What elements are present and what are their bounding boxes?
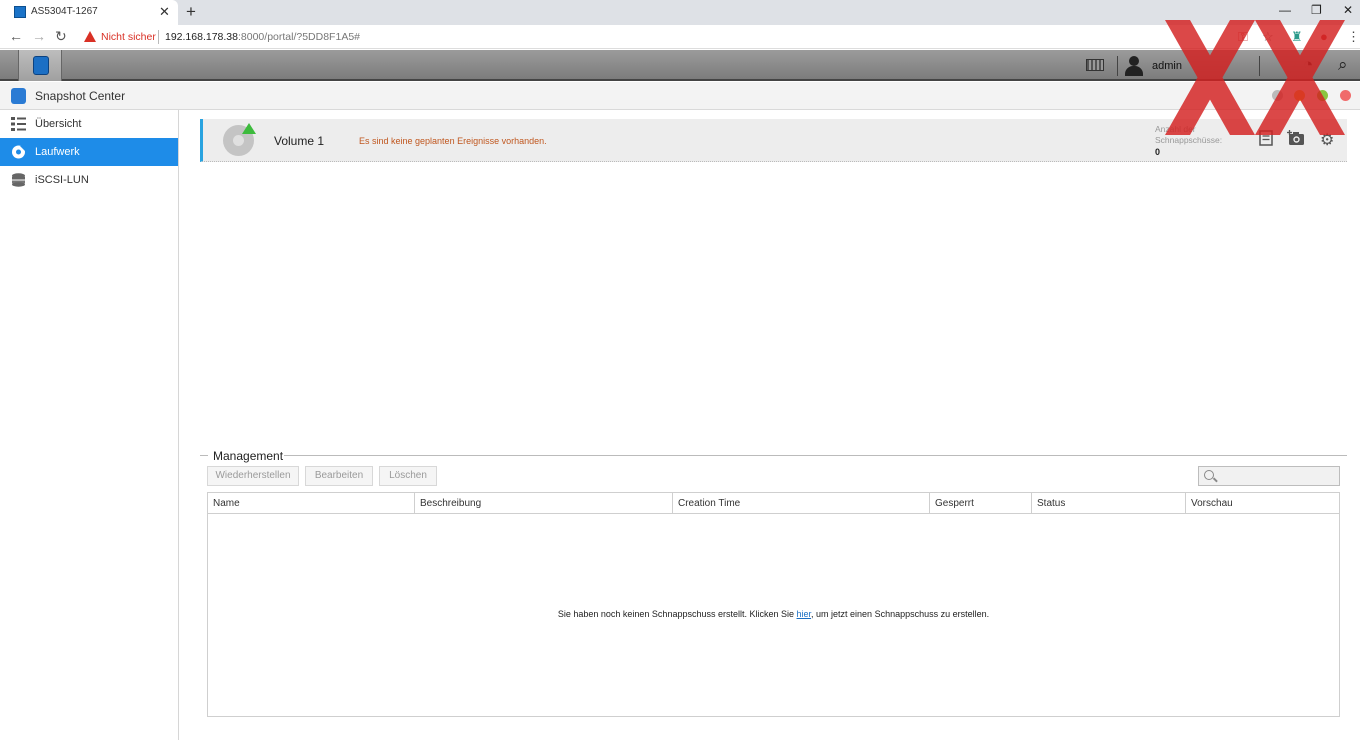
volume-schedule-message: Es sind keine geplanten Ereignisse vorha… [359, 136, 547, 146]
adm-topbar: admin ◔ ⌕ [0, 50, 1360, 81]
extension-icon[interactable]: ♜ [1291, 29, 1303, 45]
window-dot-icon[interactable] [1272, 90, 1283, 101]
volume-card[interactable]: Volume 1 Es sind keine geplanten Ereigni… [200, 119, 1347, 162]
tab-close-icon[interactable]: ✕ [159, 4, 170, 20]
snapshot-center-icon [11, 88, 26, 104]
sidebar-item-label: Laufwerk [35, 146, 80, 158]
url-path: :8000/portal/?5DD8F1A5# [238, 31, 360, 43]
edit-button[interactable]: Bearbeiten [305, 466, 373, 486]
snapshot-count: 0 [1155, 147, 1161, 157]
snapshot-count-label: Anzahl der Schnappschüsse: [1155, 124, 1223, 145]
dashboard-icon[interactable]: ◔ [1303, 55, 1313, 75]
column-header-name[interactable]: Name [208, 493, 415, 514]
warning-icon [84, 31, 96, 42]
forward-button[interactable]: → [32, 28, 46, 44]
app-titlebar: Snapshot Center [0, 82, 1360, 110]
sidebar-item-label: iSCSI-LUN [35, 174, 89, 186]
search-icon [1204, 470, 1214, 480]
profile-icon[interactable]: ● [1320, 29, 1328, 44]
sidebar-item-overview[interactable]: Übersicht [0, 110, 178, 138]
volume-icon [12, 145, 25, 159]
address-bar: ← → ↻ Nicht sicher 192.168.178.38:8000/p… [0, 25, 1360, 49]
take-snapshot-icon[interactable] [1287, 130, 1305, 146]
column-header-locked[interactable]: Gesperrt [930, 493, 1032, 514]
tab-title: AS5304T-1267 [31, 6, 98, 17]
favicon-icon [14, 6, 26, 18]
keyboard-icon[interactable] [1086, 59, 1104, 71]
section-rule [284, 455, 1347, 456]
browser-menu-icon[interactable]: ⋮ [1347, 29, 1360, 45]
browser-tab[interactable]: AS5304T-1267 ✕ [0, 0, 178, 25]
sidebar-item-iscsi-lun[interactable]: iSCSI-LUN [0, 166, 178, 194]
column-header-preview[interactable]: Vorschau [1186, 493, 1339, 514]
management-title: Management [213, 449, 284, 463]
restore-button[interactable]: ❐ [1311, 3, 1322, 17]
app-launcher-button[interactable] [18, 50, 62, 81]
user-icon[interactable] [1125, 56, 1143, 76]
column-header-status[interactable]: Status [1032, 493, 1186, 514]
minimize-button[interactable]: — [1279, 3, 1291, 17]
sidebar: Übersicht Laufwerk iSCSI-LUN [0, 110, 179, 740]
security-label[interactable]: Nicht sicher [101, 31, 156, 43]
reload-button[interactable]: ↻ [55, 28, 67, 45]
snapshot-table: Name Beschreibung Creation Time Gesperrt… [207, 492, 1340, 717]
back-button[interactable]: ← [9, 28, 23, 44]
empty-message-text: Sie haben noch keinen Schnappschuss erst… [557, 609, 797, 619]
url-field[interactable]: 192.168.178.38:8000/portal/?5DD8F1A5# [165, 31, 360, 43]
key-icon[interactable]: ⚿ [1238, 29, 1248, 45]
table-header: Name Beschreibung Creation Time Gesperrt… [208, 493, 1339, 514]
restore-button[interactable]: Wiederherstellen [207, 466, 299, 486]
new-tab-button[interactable]: + [186, 2, 196, 22]
star-icon[interactable]: ☆ [1262, 29, 1274, 45]
topbar-separator [1259, 56, 1260, 76]
app-title: Snapshot Center [35, 89, 126, 103]
volume-usage-icon [223, 123, 256, 156]
delete-button[interactable]: Löschen [379, 466, 437, 486]
url-separator [158, 30, 159, 44]
window-close-button[interactable]: ✕ [1343, 3, 1353, 17]
section-rule [200, 455, 208, 456]
minimize-dot-icon[interactable] [1294, 90, 1305, 101]
sidebar-item-label: Übersicht [35, 118, 82, 130]
snapshot-search-input[interactable] [1198, 466, 1340, 486]
settings-gear-icon[interactable]: ⚙ [1320, 130, 1334, 150]
list-icon [11, 117, 26, 131]
topbar-separator [1117, 56, 1118, 76]
url-host: 192.168.178.38 [165, 31, 238, 43]
schedule-icon[interactable] [1259, 130, 1273, 146]
username-label[interactable]: admin [1152, 60, 1182, 72]
browser-tabstrip: AS5304T-1267 ✕ + — ❐ ✕ [0, 0, 1360, 25]
create-snapshot-link[interactable]: hier [797, 609, 812, 619]
sidebar-item-volume[interactable]: Laufwerk [0, 138, 178, 166]
empty-message-text: , um jetzt einen Schnappschuss zu erstel… [811, 609, 990, 619]
column-header-description[interactable]: Beschreibung [415, 493, 673, 514]
column-header-creation-time[interactable]: Creation Time [673, 493, 930, 514]
close-dot-icon[interactable] [1340, 90, 1351, 101]
empty-table-message: Sie haben noch keinen Schnappschuss erst… [208, 609, 1339, 619]
volume-name: Volume 1 [274, 134, 325, 148]
database-icon [33, 56, 49, 75]
maximize-dot-icon[interactable] [1317, 90, 1328, 101]
search-icon[interactable]: ⌕ [1338, 55, 1348, 75]
database-icon [12, 173, 25, 187]
